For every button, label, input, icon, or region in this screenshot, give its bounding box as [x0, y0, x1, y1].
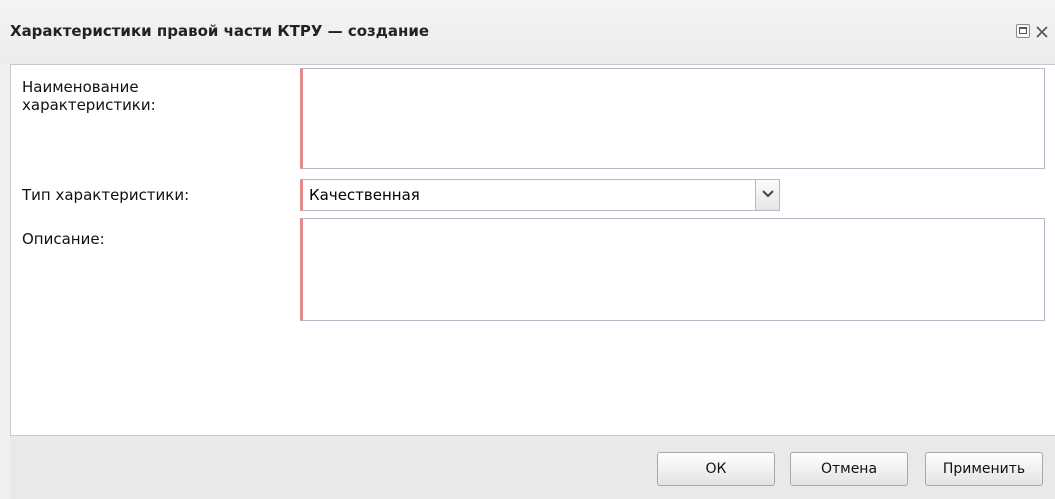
dialog-window: Характеристики правой части КТРУ — созда…: [0, 0, 1055, 499]
type-select[interactable]: Качественная: [300, 179, 780, 211]
type-select-value: Качественная: [309, 186, 420, 204]
close-icon[interactable]: [1034, 24, 1048, 38]
chevron-down-icon[interactable]: [755, 180, 779, 210]
description-field[interactable]: [300, 218, 1045, 321]
description-label: Описание:: [22, 230, 105, 248]
dialog-titlebar[interactable]: Характеристики правой части КТРУ — созда…: [0, 0, 1055, 64]
cancel-button[interactable]: Отмена: [790, 452, 908, 486]
apply-button[interactable]: Применить: [925, 452, 1043, 486]
type-label: Тип характеристики:: [22, 186, 190, 204]
ok-button[interactable]: ОК: [657, 452, 775, 486]
name-field[interactable]: [300, 68, 1045, 169]
name-label: Наименование характеристики:: [22, 78, 156, 114]
maximize-icon[interactable]: [1016, 24, 1030, 38]
dialog-title: Характеристики правой части КТРУ — созда…: [10, 22, 430, 40]
